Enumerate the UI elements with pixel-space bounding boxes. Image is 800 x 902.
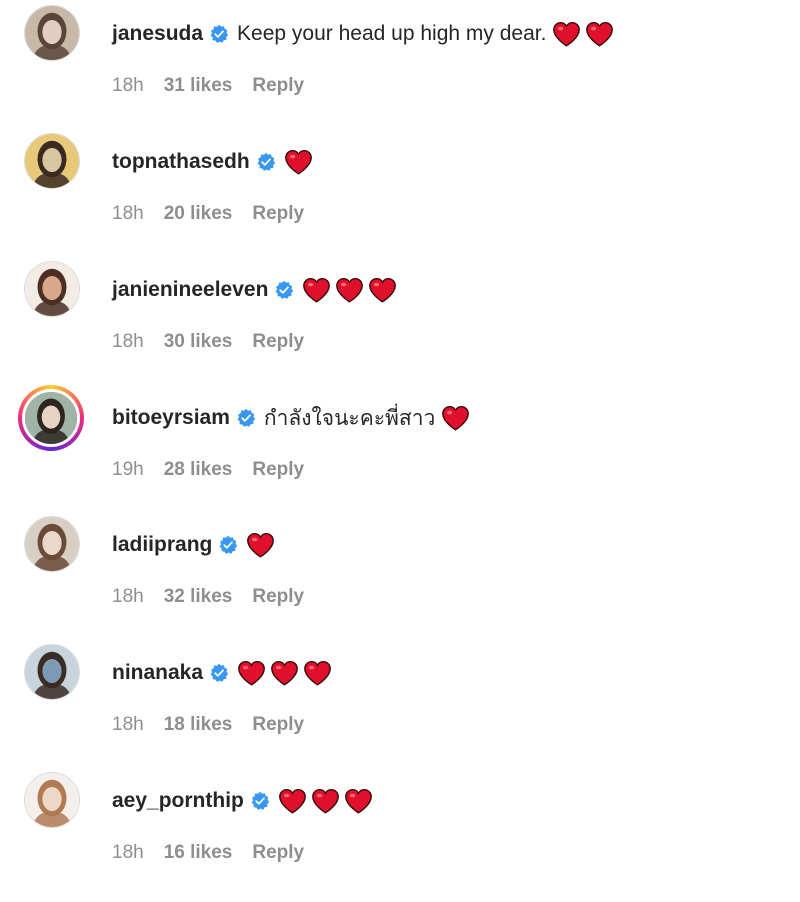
comment-meta: 18h 16 likes Reply [112, 842, 304, 864]
red-heart-emoji-icon [335, 277, 364, 303]
timestamp[interactable]: 18h [112, 586, 144, 608]
avatar[interactable] [24, 516, 80, 572]
avatar[interactable] [24, 261, 80, 317]
reply-button[interactable]: Reply [252, 203, 304, 225]
comment-meta: 18h 32 likes Reply [112, 586, 304, 608]
red-heart-emoji-icon [237, 660, 266, 686]
heart-emojis [441, 405, 474, 431]
likes-count-button[interactable]: 31 likes [164, 75, 233, 97]
comment-item: ladiiprang 18h 32 likes Reply [0, 511, 800, 639]
red-heart-emoji-icon [302, 277, 331, 303]
username-link[interactable]: bitoeyrsiam [112, 406, 230, 430]
comment-item: aey_pornthip 18h 16 likes Reply [0, 767, 800, 895]
comment-item: bitoeyrsiam กำลังใจนะคะพี่สาว 19h 28 likes R… [0, 384, 800, 512]
username-link[interactable]: ninanaka [112, 661, 203, 685]
timestamp[interactable]: 19h [112, 459, 144, 481]
red-heart-emoji-icon [270, 660, 299, 686]
red-heart-emoji-icon [441, 405, 470, 431]
comment-text: กำลังใจนะคะพี่สาว [263, 406, 436, 430]
verified-badge-icon [209, 24, 229, 44]
red-heart-emoji-icon [246, 532, 275, 558]
verified-badge-icon [218, 535, 238, 555]
comment-item: janienineeleven 18h 30 likes Reply [0, 256, 800, 384]
verified-badge-icon [209, 663, 229, 683]
likes-count-button[interactable]: 18 likes [164, 714, 233, 736]
comment-text: Keep your head up high my dear. [237, 22, 547, 45]
username-link[interactable]: topnathasedh [112, 150, 250, 174]
timestamp[interactable]: 18h [112, 714, 144, 736]
reply-button[interactable]: Reply [252, 459, 304, 481]
comment-meta: 18h 31 likes Reply [112, 75, 304, 97]
username-link[interactable]: ladiiprang [112, 533, 212, 557]
username-link[interactable]: janesuda [112, 22, 203, 46]
timestamp[interactable]: 18h [112, 75, 144, 97]
heart-emojis [284, 149, 317, 175]
heart-emojis [278, 788, 377, 814]
comment-line: ninanaka [112, 657, 336, 689]
avatar[interactable] [24, 133, 80, 189]
verified-badge-icon [256, 152, 276, 172]
likes-count-button[interactable]: 20 likes [164, 203, 233, 225]
reply-button[interactable]: Reply [252, 75, 304, 97]
timestamp[interactable]: 18h [112, 203, 144, 225]
comment-meta: 18h 30 likes Reply [112, 331, 304, 353]
comment-line: aey_pornthip [112, 785, 377, 817]
reply-button[interactable]: Reply [252, 842, 304, 864]
red-heart-emoji-icon [368, 277, 397, 303]
avatar[interactable] [24, 644, 80, 700]
avatar-with-story-ring[interactable] [18, 385, 84, 451]
timestamp[interactable]: 18h [112, 331, 144, 353]
comment-meta: 18h 20 likes Reply [112, 203, 304, 225]
likes-count-button[interactable]: 32 likes [164, 586, 233, 608]
likes-count-button[interactable]: 28 likes [164, 459, 233, 481]
comment-line: janesuda Keep your head up high my dear. [112, 18, 618, 50]
comment-item: topnathasedh 18h 20 likes Reply [0, 128, 800, 256]
heart-emojis [552, 21, 618, 47]
comment-line: ladiiprang [112, 529, 279, 561]
likes-count-button[interactable]: 30 likes [164, 331, 233, 353]
reply-button[interactable]: Reply [252, 714, 304, 736]
timestamp[interactable]: 18h [112, 842, 144, 864]
username-link[interactable]: aey_pornthip [112, 789, 244, 813]
heart-emojis [237, 660, 336, 686]
red-heart-emoji-icon [303, 660, 332, 686]
comment-line: bitoeyrsiam กำลังใจนะคะพี่สาว [112, 402, 474, 434]
heart-emojis [302, 277, 401, 303]
comment-line: topnathasedh [112, 146, 317, 178]
heart-emojis [246, 532, 279, 558]
comment-meta: 18h 18 likes Reply [112, 714, 304, 736]
reply-button[interactable]: Reply [252, 586, 304, 608]
verified-badge-icon [236, 408, 256, 428]
red-heart-emoji-icon [344, 788, 373, 814]
username-link[interactable]: janienineeleven [112, 278, 268, 302]
red-heart-emoji-icon [278, 788, 307, 814]
avatar[interactable] [24, 772, 80, 828]
comment-meta: 19h 28 likes Reply [112, 459, 304, 481]
red-heart-emoji-icon [284, 149, 313, 175]
red-heart-emoji-icon [585, 21, 614, 47]
comment-line: janienineeleven [112, 274, 401, 306]
red-heart-emoji-icon [311, 788, 340, 814]
reply-button[interactable]: Reply [252, 331, 304, 353]
red-heart-emoji-icon [552, 21, 581, 47]
avatar[interactable] [24, 5, 80, 61]
likes-count-button[interactable]: 16 likes [164, 842, 233, 864]
verified-badge-icon [250, 791, 270, 811]
comment-item: ninanaka 18h 18 likes Reply [0, 639, 800, 767]
comment-item: janesuda Keep your head up high my dear. 1… [0, 0, 800, 128]
verified-badge-icon [274, 280, 294, 300]
